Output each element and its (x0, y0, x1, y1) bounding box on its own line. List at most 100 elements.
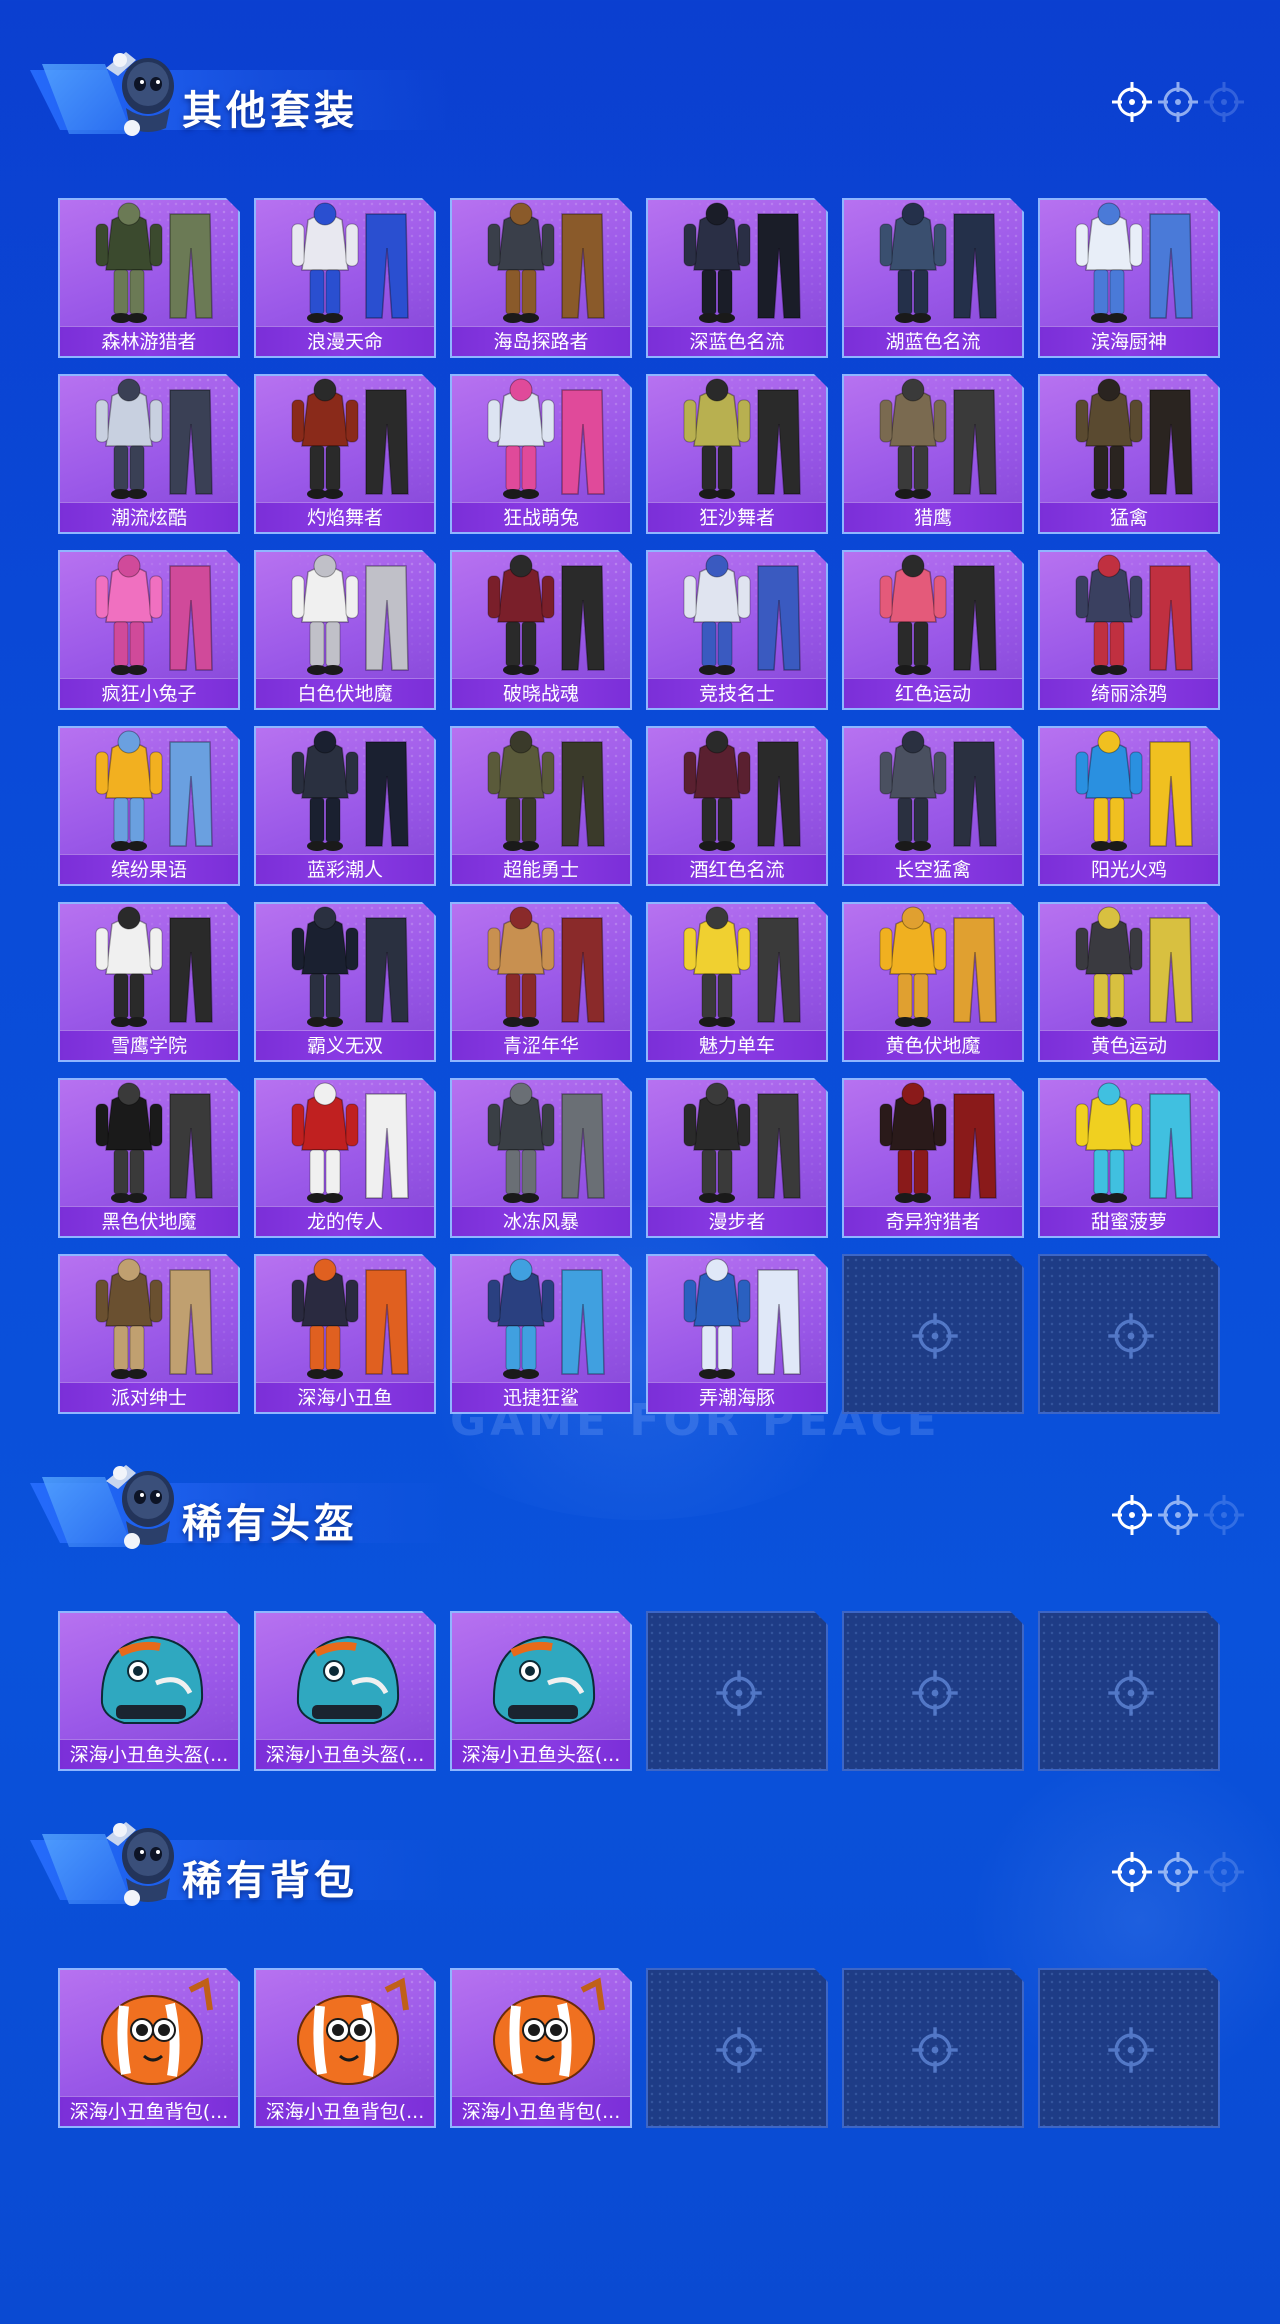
item-card[interactable]: 狂战萌兔 (450, 374, 632, 534)
item-card[interactable]: 派对绅士 (58, 1254, 240, 1414)
item-name: 潮流炫酷 (60, 502, 238, 532)
empty-slot (1038, 1254, 1220, 1414)
item-card[interactable]: 魅力单车 (646, 902, 828, 1062)
item-name: 霸义无双 (256, 1030, 434, 1060)
item-card[interactable]: 潮流炫酷 (58, 374, 240, 534)
outfit-image (1040, 1080, 1218, 1208)
item-card[interactable]: 黄色运动 (1038, 902, 1220, 1062)
header-crosshair-icons (1110, 80, 1250, 126)
item-card[interactable]: 甜蜜菠萝 (1038, 1078, 1220, 1238)
section-title: 其他套装 (182, 88, 358, 134)
item-name: 森林游猎者 (60, 326, 238, 356)
outfit-image (60, 1080, 238, 1208)
item-card[interactable]: 蓝彩潮人 (254, 726, 436, 886)
empty-slot (1038, 1611, 1220, 1771)
outfit-image (648, 904, 826, 1032)
item-name: 黑色伏地魔 (60, 1206, 238, 1236)
item-name: 魅力单车 (648, 1030, 826, 1060)
outfit-image (256, 376, 434, 504)
item-name: 奇异狩猎者 (844, 1206, 1022, 1236)
item-card[interactable]: 龙的传人 (254, 1078, 436, 1238)
item-card[interactable]: 奇异狩猎者 (842, 1078, 1024, 1238)
item-card[interactable]: 迅捷狂鲨 (450, 1254, 632, 1414)
crosshair-icon (1156, 80, 1200, 124)
item-card[interactable]: 深蓝色名流 (646, 198, 828, 358)
item-name: 深海小丑鱼头盔(... (256, 1739, 434, 1769)
item-card[interactable]: 灼焰舞者 (254, 374, 436, 534)
item-name: 派对绅士 (60, 1382, 238, 1412)
outfit-image (60, 200, 238, 328)
item-name: 深海小丑鱼背包(... (452, 2096, 630, 2126)
outfit-image (256, 1080, 434, 1208)
item-card[interactable]: 青涩年华 (450, 902, 632, 1062)
outfit-image (1040, 376, 1218, 504)
item-name: 酒红色名流 (648, 854, 826, 884)
item-name: 破晓战魂 (452, 678, 630, 708)
outfit-image (256, 1256, 434, 1384)
section-header: 稀有背包 (30, 1810, 450, 1910)
item-card[interactable]: 绮丽涂鸦 (1038, 550, 1220, 710)
item-card[interactable]: 漫步者 (646, 1078, 828, 1238)
outfit-image (60, 552, 238, 680)
item-card[interactable]: 超能勇士 (450, 726, 632, 886)
item-card[interactable]: 深海小丑鱼背包(... (58, 1968, 240, 2128)
item-card[interactable]: 黄色伏地魔 (842, 902, 1024, 1062)
item-card[interactable]: 冰冻风暴 (450, 1078, 632, 1238)
outfit-image (844, 904, 1022, 1032)
item-name: 超能勇士 (452, 854, 630, 884)
item-card[interactable]: 缤纷果语 (58, 726, 240, 886)
section-header: 其他套装 (30, 40, 450, 140)
item-name: 红色运动 (844, 678, 1022, 708)
outfit-image (1040, 904, 1218, 1032)
outfit-image (256, 200, 434, 328)
item-card[interactable]: 酒红色名流 (646, 726, 828, 886)
item-card[interactable]: 霸义无双 (254, 902, 436, 1062)
outfit-image (648, 728, 826, 856)
item-card[interactable]: 深海小丑鱼背包(... (254, 1968, 436, 2128)
outfit-image (60, 376, 238, 504)
item-name: 冰冻风暴 (452, 1206, 630, 1236)
header-crosshair-icons (1110, 1850, 1250, 1896)
item-card[interactable]: 黑色伏地魔 (58, 1078, 240, 1238)
item-card[interactable]: 破晓战魂 (450, 550, 632, 710)
item-card[interactable]: 深海小丑鱼头盔(... (58, 1611, 240, 1771)
item-card[interactable]: 红色运动 (842, 550, 1024, 710)
item-card[interactable]: 深海小丑鱼头盔(... (450, 1611, 632, 1771)
item-card[interactable]: 竞技名士 (646, 550, 828, 710)
item-card[interactable]: 深海小丑鱼 (254, 1254, 436, 1414)
outfit-image (452, 1256, 630, 1384)
empty-slot (842, 1611, 1024, 1771)
item-card[interactable]: 滨海厨神 (1038, 198, 1220, 358)
item-card[interactable]: 白色伏地魔 (254, 550, 436, 710)
outfit-image (452, 728, 630, 856)
item-card[interactable]: 浪漫天命 (254, 198, 436, 358)
item-card[interactable]: 疯狂小兔子 (58, 550, 240, 710)
item-card[interactable]: 猛禽 (1038, 374, 1220, 534)
item-card[interactable]: 长空猛禽 (842, 726, 1024, 886)
crosshair-placeholder-icon (910, 1668, 960, 1718)
backpack-image (256, 1970, 434, 2098)
item-card[interactable]: 弄潮海豚 (646, 1254, 828, 1414)
outfit-image (1040, 200, 1218, 328)
empty-slot (646, 1968, 828, 2128)
outfit-image (844, 728, 1022, 856)
item-card[interactable]: 深海小丑鱼头盔(... (254, 1611, 436, 1771)
item-name: 滨海厨神 (1040, 326, 1218, 356)
item-card[interactable]: 阳光火鸡 (1038, 726, 1220, 886)
outfit-image (844, 200, 1022, 328)
helmet-image (60, 1613, 238, 1741)
item-card[interactable]: 森林游猎者 (58, 198, 240, 358)
crosshair-placeholder-icon (714, 1668, 764, 1718)
crosshair-placeholder-icon (1106, 2025, 1156, 2075)
item-card[interactable]: 湖蓝色名流 (842, 198, 1024, 358)
item-card[interactable]: 猎鹰 (842, 374, 1024, 534)
item-card[interactable]: 深海小丑鱼背包(... (450, 1968, 632, 2128)
item-card[interactable]: 狂沙舞者 (646, 374, 828, 534)
outfit-image (844, 1080, 1022, 1208)
item-card[interactable]: 海岛探路者 (450, 198, 632, 358)
item-name: 深海小丑鱼背包(... (60, 2096, 238, 2126)
item-card[interactable]: 雪鹰学院 (58, 902, 240, 1062)
item-name: 黄色运动 (1040, 1030, 1218, 1060)
outfit-image (452, 1080, 630, 1208)
section-title: 稀有头盔 (182, 1501, 358, 1547)
